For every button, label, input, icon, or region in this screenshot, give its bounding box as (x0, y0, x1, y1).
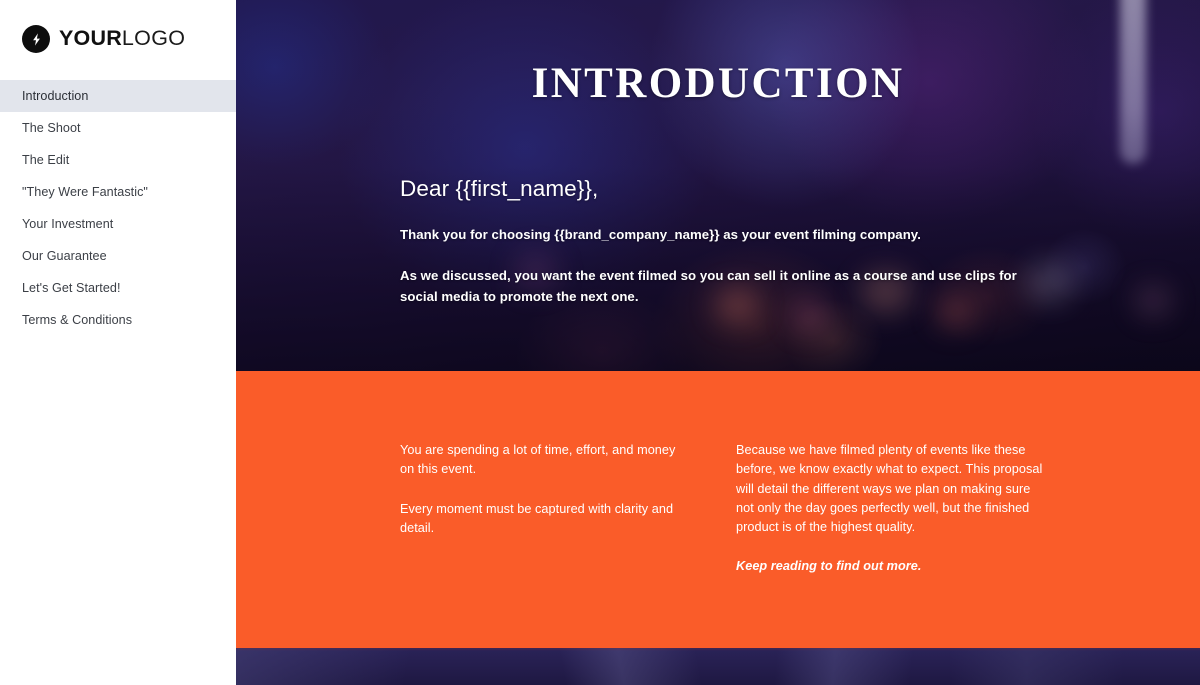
sidebar-item-label: The Shoot (22, 121, 81, 135)
hero-body: Dear {{first_name}}, Thank you for choos… (400, 175, 1050, 307)
sidebar-item-your-investment[interactable]: Your Investment (0, 208, 236, 240)
highlight-column-left: You are spending a lot of time, effort, … (400, 441, 690, 577)
sidebar-item-label: Introduction (22, 89, 89, 103)
greeting-heading: Dear {{first_name}}, (400, 176, 599, 201)
highlight-left-paragraph-1: You are spending a lot of time, effort, … (400, 443, 676, 477)
highlight-columns: You are spending a lot of time, effort, … (400, 441, 1200, 577)
hero-section: INTRODUCTION Dear {{first_name}}, Thank … (236, 0, 1200, 371)
highlight-right-paragraph-2: Keep reading to find out more. (736, 559, 922, 574)
hero-paragraph-2: As we discussed, you want the event film… (400, 267, 1017, 304)
sidebar-item-terms-and-conditions[interactable]: Terms & Conditions (0, 304, 236, 336)
sidebar-item-they-were-fantastic[interactable]: "They Were Fantastic" (0, 176, 236, 208)
proposal-page: YOUR LOGO Introduction The Shoot The Edit… (0, 0, 1200, 685)
sidebar-item-lets-get-started[interactable]: Let's Get Started! (0, 272, 236, 304)
highlight-column-right: Because we have filmed plenty of events … (736, 441, 1048, 577)
sidebar-nav: Introduction The Shoot The Edit "They We… (0, 78, 236, 336)
brand-name-light: LOGO (121, 26, 186, 51)
proposal-content: INTRODUCTION Dear {{first_name}}, Thank … (236, 0, 1200, 685)
sidebar-item-the-shoot[interactable]: The Shoot (0, 112, 236, 144)
sidebar-item-label: Our Guarantee (22, 249, 107, 263)
sidebar-item-label: Let's Get Started! (22, 281, 121, 295)
sidebar-item-label: "They Were Fantastic" (22, 185, 148, 199)
hero-paragraph-1: Thank you for choosing {{brand_company_n… (400, 227, 921, 243)
next-section-image (236, 648, 1200, 685)
sidebar-item-our-guarantee[interactable]: Our Guarantee (0, 240, 236, 272)
sidebar-item-the-edit[interactable]: The Edit (0, 144, 236, 176)
page-title: INTRODUCTION (531, 60, 905, 107)
highlight-right-paragraph-1: Because we have filmed plenty of events … (736, 443, 1043, 535)
brand-name: YOUR LOGO (59, 28, 185, 50)
sidebar-item-label: The Edit (22, 153, 70, 167)
sidebar-item-label: Your Investment (22, 217, 114, 231)
brand-name-bold: YOUR (59, 26, 122, 51)
sidebar: YOUR LOGO Introduction The Shoot The Edit… (0, 0, 236, 685)
sidebar-item-introduction[interactable]: Introduction (0, 80, 236, 112)
highlight-left-paragraph-2: Every moment must be captured with clari… (400, 501, 674, 535)
highlight-section: You are spending a lot of time, effort, … (236, 371, 1200, 648)
sidebar-item-label: Terms & Conditions (22, 313, 133, 327)
brand-logo[interactable]: YOUR LOGO (0, 0, 236, 78)
lightning-bolt-icon (22, 25, 50, 53)
